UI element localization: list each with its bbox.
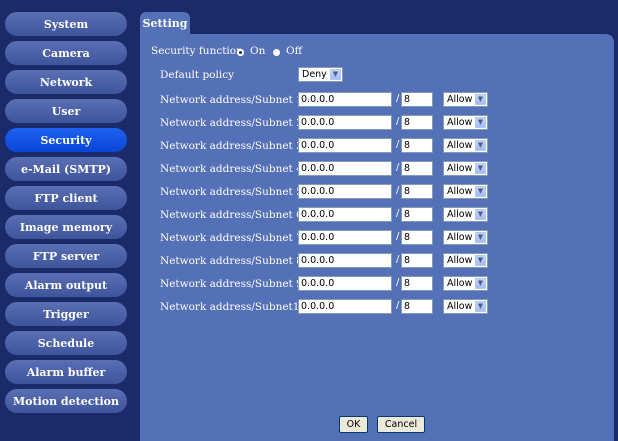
sidebar-item-ftp-client[interactable]: FTP client — [5, 186, 127, 210]
network-address-input[interactable]: 0.0.0.0 — [298, 92, 392, 107]
subnet-input[interactable]: 8 — [401, 230, 433, 245]
chevron-down-icon: ▼ — [475, 163, 486, 174]
subnet-input[interactable]: 8 — [401, 92, 433, 107]
sidebar-item-alarm-buffer[interactable]: Alarm buffer — [5, 360, 127, 384]
action-value: Allow — [447, 94, 473, 105]
subnet-input[interactable]: 8 — [401, 184, 433, 199]
sidebar-item-trigger[interactable]: Trigger — [5, 302, 127, 326]
subnet-separator: / — [396, 277, 400, 288]
chevron-down-icon: ▼ — [475, 94, 486, 105]
rule-label: Network address/Subnet10 — [160, 301, 307, 313]
radio-on[interactable] — [237, 49, 244, 56]
chevron-down-icon: ▼ — [475, 186, 486, 197]
rule-label: Network address/Subnet 9 — [160, 278, 303, 290]
action-select[interactable]: Allow ▼ — [443, 207, 488, 222]
chevron-down-icon: ▼ — [475, 140, 486, 151]
network-address-input[interactable]: 0.0.0.0 — [298, 253, 392, 268]
sidebar-item-image-memory[interactable]: Image memory — [5, 215, 127, 239]
sidebar-item-camera[interactable]: Camera — [5, 41, 127, 65]
subnet-input[interactable]: 8 — [401, 253, 433, 268]
subnet-input[interactable]: 8 — [401, 138, 433, 153]
network-address-input[interactable]: 0.0.0.0 — [298, 115, 392, 130]
action-value: Allow — [447, 186, 473, 197]
rule-label: Network address/Subnet 7 — [160, 232, 303, 244]
subnet-input[interactable]: 8 — [401, 276, 433, 291]
chevron-down-icon: ▼ — [475, 301, 486, 312]
subnet-separator: / — [396, 208, 400, 219]
network-address-input[interactable]: 0.0.0.0 — [298, 230, 392, 245]
network-address-input[interactable]: 0.0.0.0 — [298, 207, 392, 222]
sidebar-item-network[interactable]: Network — [5, 70, 127, 94]
sidebar-item-user[interactable]: User — [5, 99, 127, 123]
network-address-input[interactable]: 0.0.0.0 — [298, 184, 392, 199]
action-select[interactable]: Allow ▼ — [443, 276, 488, 291]
action-select[interactable]: Allow ▼ — [443, 253, 488, 268]
radio-off[interactable] — [273, 49, 280, 56]
rule-label: Network address/Subnet 6 — [160, 209, 303, 221]
action-select[interactable]: Allow ▼ — [443, 230, 488, 245]
chevron-down-icon: ▼ — [475, 255, 486, 266]
action-select[interactable]: Allow ▼ — [443, 92, 488, 107]
subnet-separator: / — [396, 93, 400, 104]
rule-label: Network address/Subnet 1 — [160, 94, 303, 106]
ok-button[interactable]: OK — [339, 416, 368, 433]
chevron-down-icon: ▼ — [330, 69, 341, 80]
action-select[interactable]: Allow ▼ — [443, 299, 488, 314]
network-address-input[interactable]: 0.0.0.0 — [298, 276, 392, 291]
sidebar-item-ftp-server[interactable]: FTP server — [5, 244, 127, 268]
sidebar-item-e-mail-smtp[interactable]: e-Mail (SMTP) — [5, 157, 127, 181]
sidebar-item-motion-detection[interactable]: Motion detection — [5, 389, 127, 413]
subnet-separator: / — [396, 162, 400, 173]
action-value: Allow — [447, 255, 473, 266]
chevron-down-icon: ▼ — [475, 209, 486, 220]
default-policy-select[interactable]: Deny ▼ — [298, 67, 343, 82]
network-address-input[interactable]: 0.0.0.0 — [298, 138, 392, 153]
rule-label: Network address/Subnet 3 — [160, 140, 303, 152]
action-select[interactable]: Allow ▼ — [443, 115, 488, 130]
app-frame: System Camera Network User Security e-Mail (S… — [0, 0, 618, 441]
sidebar-item-security[interactable]: Security — [5, 128, 127, 152]
network-address-input[interactable]: 0.0.0.0 — [298, 299, 392, 314]
security-function-label: Security function — [151, 45, 243, 57]
network-address-input[interactable]: 0.0.0.0 — [298, 161, 392, 176]
subnet-separator: / — [396, 231, 400, 242]
subnet-separator: / — [396, 185, 400, 196]
action-value: Allow — [447, 117, 473, 128]
action-select[interactable]: Allow ▼ — [443, 161, 488, 176]
sidebar-item-system[interactable]: System — [5, 12, 127, 36]
chevron-down-icon: ▼ — [475, 278, 486, 289]
default-policy-value: Deny — [302, 69, 327, 80]
subnet-separator: / — [396, 300, 400, 311]
subnet-input[interactable]: 8 — [401, 115, 433, 130]
action-value: Allow — [447, 140, 473, 151]
subnet-input[interactable]: 8 — [401, 207, 433, 222]
subnet-separator: / — [396, 116, 400, 127]
rule-label: Network address/Subnet 2 — [160, 117, 303, 129]
action-select[interactable]: Allow ▼ — [443, 184, 488, 199]
action-value: Allow — [447, 278, 473, 289]
action-value: Allow — [447, 209, 473, 220]
action-value: Allow — [447, 232, 473, 243]
chevron-down-icon: ▼ — [475, 232, 486, 243]
rule-label: Network address/Subnet 8 — [160, 255, 303, 267]
action-value: Allow — [447, 163, 473, 174]
default-policy-label: Default policy — [160, 69, 235, 81]
action-value: Allow — [447, 301, 473, 312]
chevron-down-icon: ▼ — [475, 117, 486, 128]
radio-off-label: Off — [286, 45, 303, 57]
subnet-input[interactable]: 8 — [401, 299, 433, 314]
subnet-separator: / — [396, 139, 400, 150]
sidebar-item-alarm-output[interactable]: Alarm output — [5, 273, 127, 297]
sidebar-item-schedule[interactable]: Schedule — [5, 331, 127, 355]
radio-on-label: On — [250, 45, 266, 57]
subnet-separator: / — [396, 254, 400, 265]
action-select[interactable]: Allow ▼ — [443, 138, 488, 153]
subnet-input[interactable]: 8 — [401, 161, 433, 176]
rule-label: Network address/Subnet 5 — [160, 186, 303, 198]
cancel-button[interactable]: Cancel — [377, 416, 425, 433]
tab-setting[interactable]: Setting — [140, 12, 190, 34]
rule-label: Network address/Subnet 4 — [160, 163, 303, 175]
